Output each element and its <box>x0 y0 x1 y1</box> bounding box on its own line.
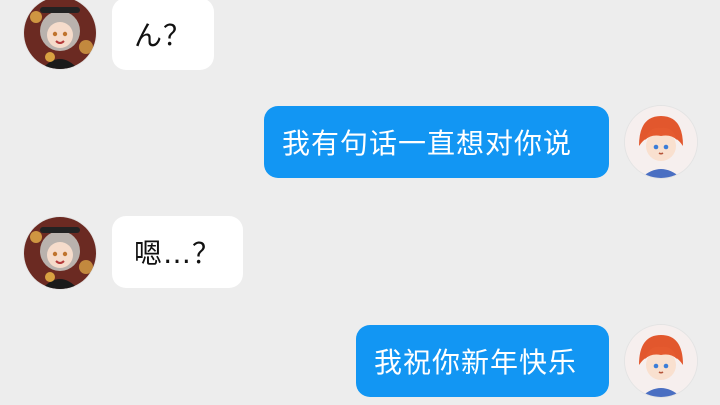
self-avatar[interactable] <box>625 325 697 397</box>
message-text: ん？ <box>134 19 193 52</box>
message-bubble-incoming[interactable]: ん？ <box>112 0 215 70</box>
message-bubble-outgoing[interactable]: 我祝你新年快乐 <box>356 325 609 397</box>
girl-avatar-icon <box>24 0 96 69</box>
message-bubble-outgoing[interactable]: 我有句话一直想对你说 <box>264 106 609 178</box>
message-text: 嗯…？ <box>134 237 222 270</box>
message-text: 我有句话一直想对你说 <box>282 127 573 160</box>
message-text: 我祝你新年快乐 <box>374 346 578 379</box>
message-bubble-incoming[interactable]: 嗯…？ <box>112 216 244 288</box>
boy-avatar-icon <box>625 325 697 397</box>
girl-avatar-icon <box>24 217 96 289</box>
self-avatar[interactable] <box>625 106 697 178</box>
contact-avatar[interactable] <box>24 0 96 69</box>
contact-avatar[interactable] <box>24 217 96 289</box>
boy-avatar-icon <box>625 106 697 178</box>
